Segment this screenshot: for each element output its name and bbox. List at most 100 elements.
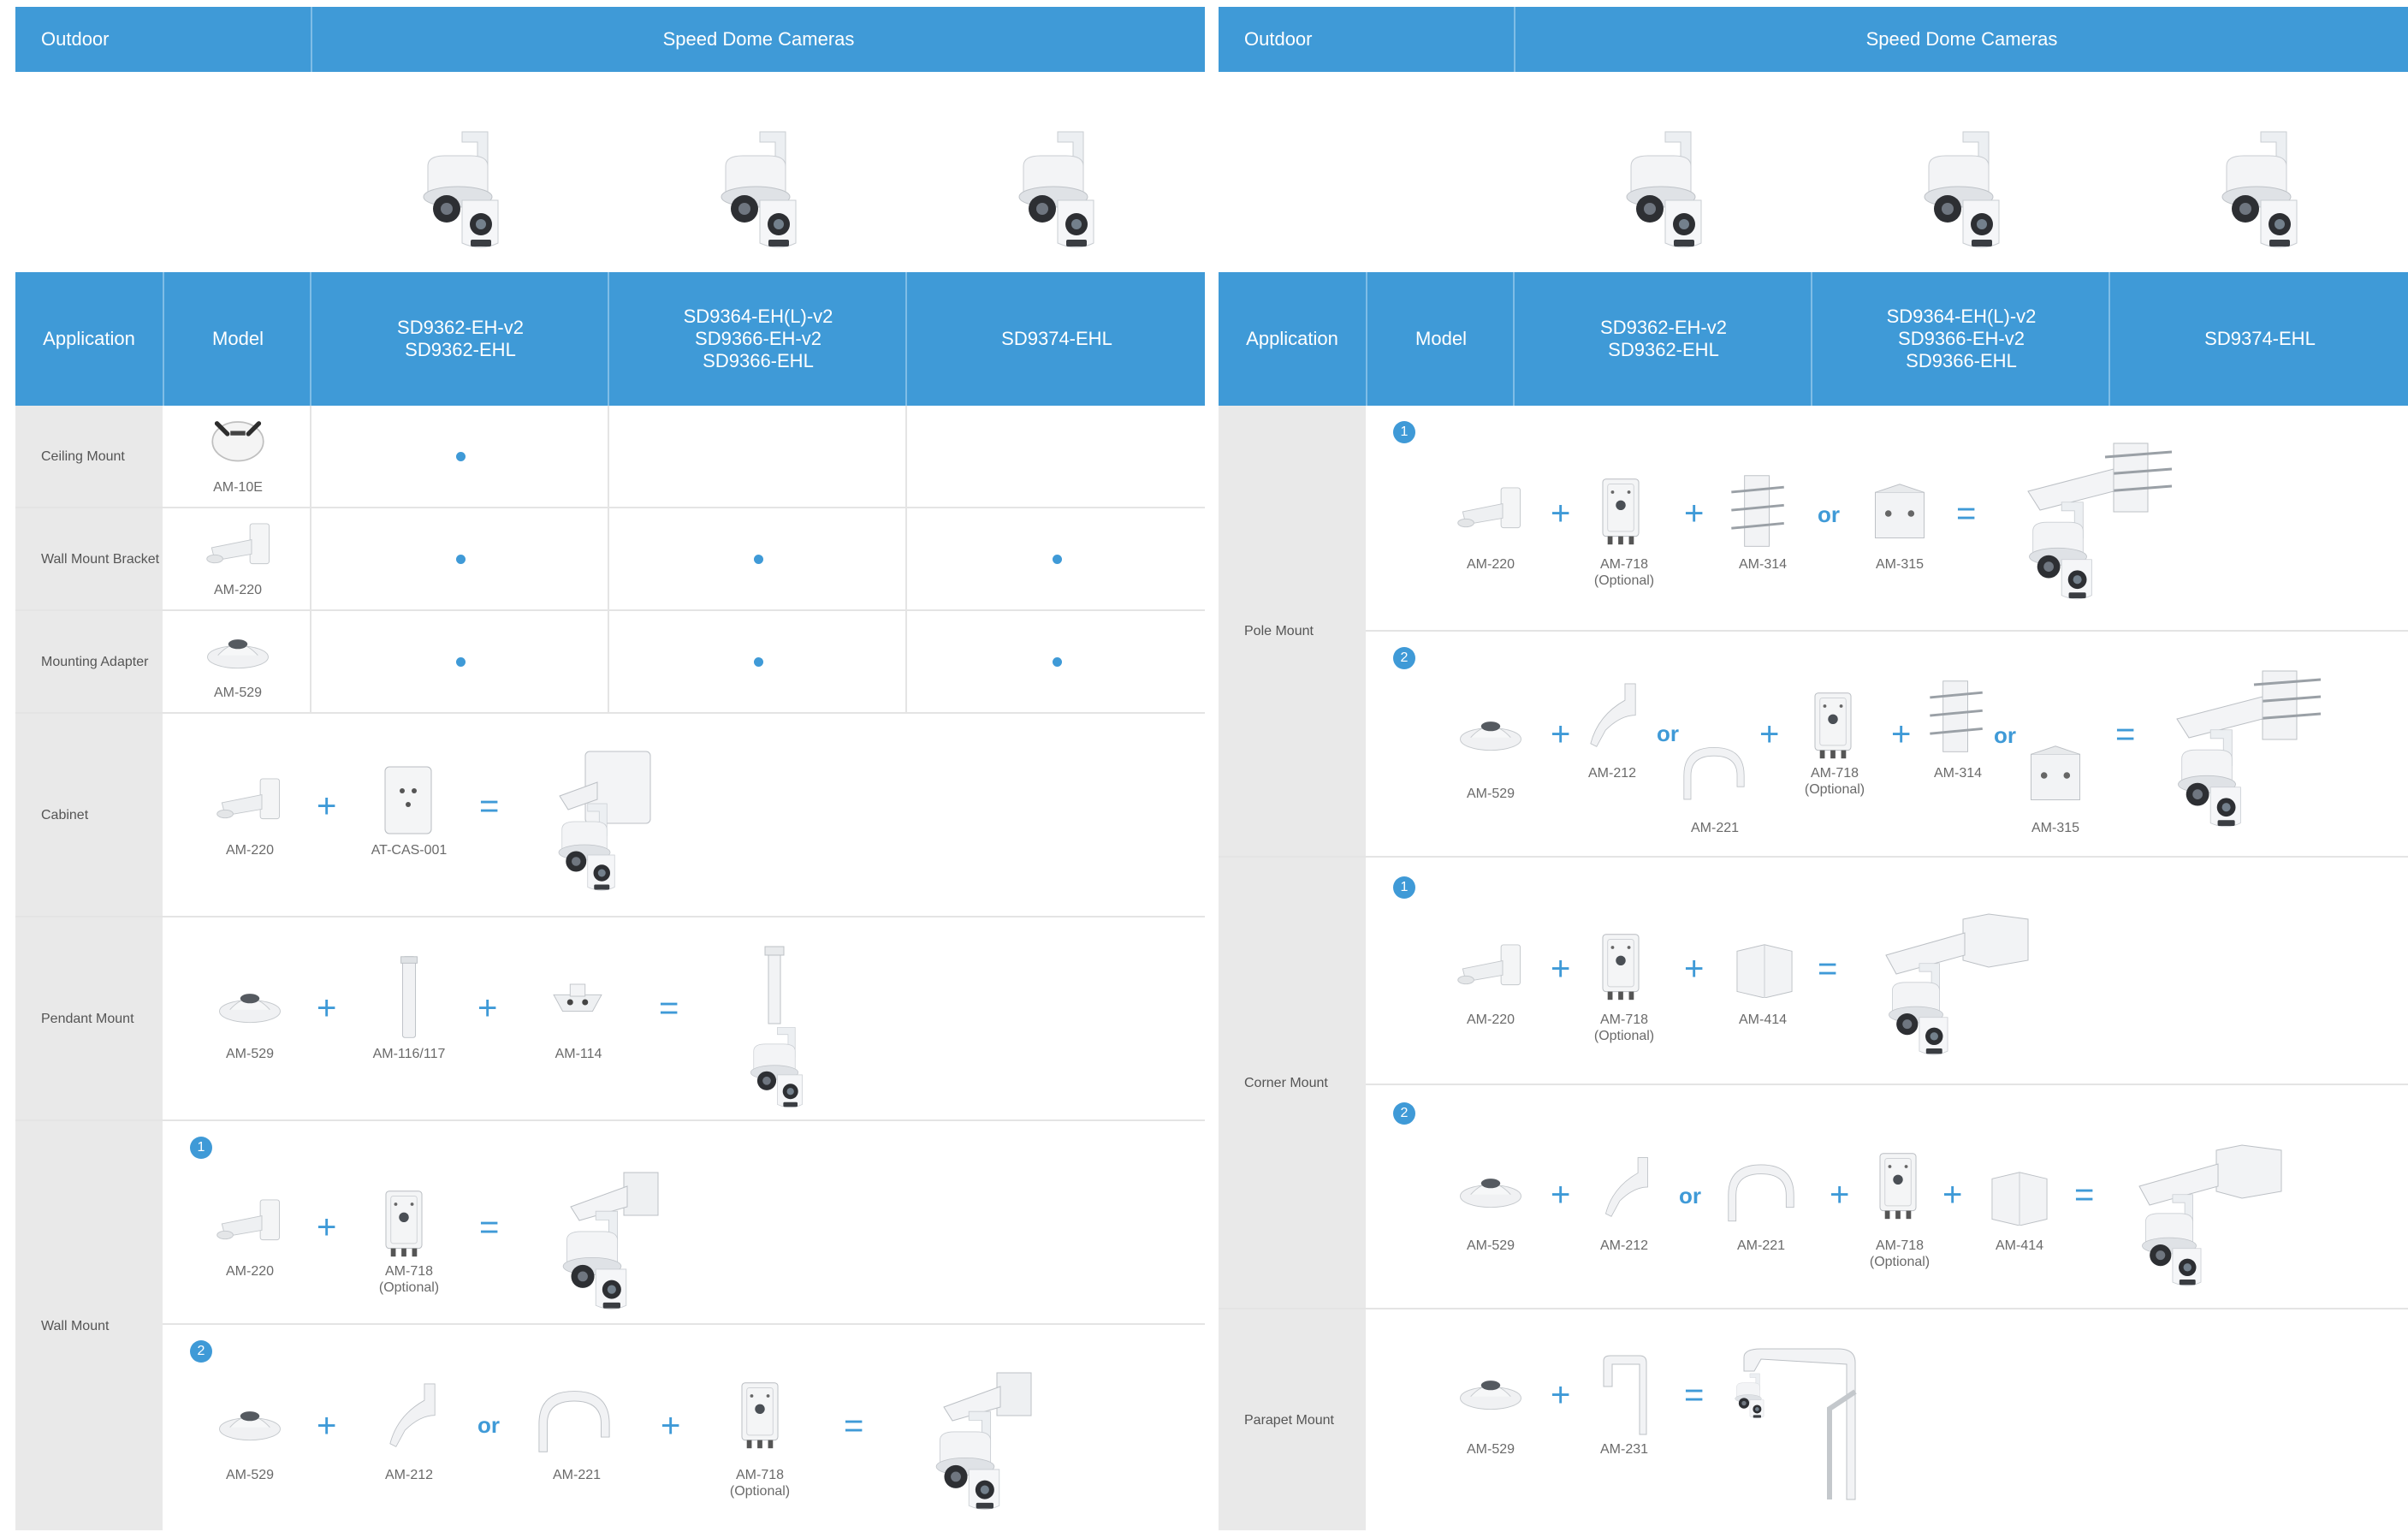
application-label: Mounting Adapter <box>15 611 163 712</box>
part-label: AM-116/117 <box>372 1047 446 1061</box>
junction-box-icon <box>1872 1149 1924 1222</box>
part-label: AM-718 <box>1599 1012 1649 1027</box>
part-label: (Optional) <box>729 1484 791 1499</box>
compat-cell <box>905 406 1207 507</box>
application-label: Pole Mount <box>1219 406 1366 856</box>
option-divider <box>1366 1084 2408 1085</box>
model-label: AM-10E <box>213 480 263 495</box>
table-row: Pole Mount 1 AM-220 + AM-718 (Optional) … <box>1219 406 2408 858</box>
part-label: AM-315 <box>2031 821 2080 835</box>
part-label: AT-CAS-001 <box>371 843 448 858</box>
part-label: (Optional) <box>1593 573 1655 588</box>
header-application: Application <box>43 328 135 349</box>
equals-sign: = <box>479 1208 500 1246</box>
header-col-2: SD9364-EH(L)-v2 SD9366-EH-v2 SD9366-EHL <box>608 272 907 406</box>
application-label: Wall Mount Bracket <box>15 508 163 609</box>
equals-sign: = <box>1956 495 1977 532</box>
plus-sign: + <box>317 787 337 825</box>
part-label: AM-718 <box>384 1264 434 1279</box>
plus-sign: + <box>1684 950 1705 988</box>
part-label: AM-221 <box>552 1468 602 1482</box>
part-label: AM-529 <box>1466 787 1515 801</box>
plus-sign: + <box>1551 1176 1571 1214</box>
model-cell: AM-529 <box>163 611 311 712</box>
product-family-label: Speed Dome Cameras <box>1865 28 2058 50</box>
option-badge: 2 <box>1393 647 1415 669</box>
corner-mount-icon <box>1732 941 1797 998</box>
part-label: AM-414 <box>1738 1012 1788 1027</box>
curved-arm-icon <box>1718 1157 1804 1226</box>
equals-sign: = <box>2074 1176 2095 1214</box>
speed-dome-camera-icon <box>2201 115 2312 252</box>
part-label: AM-212 <box>1599 1238 1649 1253</box>
gooseneck-arm-icon <box>378 1378 447 1460</box>
compatible-dot <box>1053 555 1062 564</box>
equals-sign: = <box>1818 950 1838 988</box>
part-label: AM-220 <box>1466 557 1515 572</box>
mounting-adapter-icon <box>1455 1167 1527 1215</box>
mounting-adapter-icon <box>1455 710 1527 758</box>
ceiling-mount-icon <box>204 416 272 476</box>
curved-arm-icon <box>1676 738 1753 806</box>
part-label: (Optional) <box>378 1280 440 1295</box>
header-application: Application <box>1246 328 1338 349</box>
application-label: Ceiling Mount <box>15 406 163 507</box>
gooseneck-arm-icon <box>1581 678 1645 760</box>
mounting-adapter-icon <box>214 983 286 1030</box>
equals-sign: = <box>479 787 500 825</box>
model-cell: AM-10E <box>163 406 311 507</box>
plus-sign: + <box>477 989 498 1027</box>
wall-bracket-icon <box>1455 940 1527 996</box>
table-row: Corner Mount 1 AM-220 + AM-718 (Optional… <box>1219 858 2408 1309</box>
part-label: AM-718 <box>1875 1238 1925 1253</box>
plus-sign: + <box>661 1407 681 1445</box>
model-label: AM-220 <box>213 583 263 597</box>
wall-assembly-icon <box>914 1369 1042 1515</box>
compat-cell <box>310 611 609 712</box>
option-badge: 1 <box>1393 421 1415 443</box>
part-label: AM-220 <box>225 843 275 858</box>
part-label: (Optional) <box>1869 1255 1931 1269</box>
equals-sign: = <box>2115 716 2136 753</box>
curved-arm-icon <box>527 1383 621 1457</box>
application-label: Corner Mount <box>1219 858 1366 1308</box>
gooseneck-arm-icon <box>1595 1152 1658 1229</box>
part-label: AM-212 <box>384 1468 434 1482</box>
wall-assembly-icon <box>541 1169 669 1315</box>
model-label: AM-529 <box>213 686 263 700</box>
table-row: Wall Mount 1 AM-220 + AM-718 (Optional) … <box>15 1121 1205 1530</box>
header-model: Model <box>1366 272 1515 406</box>
pole-mount-icon <box>1729 471 1788 553</box>
pendant-assembly-icon <box>736 943 813 1114</box>
table-row: Parapet Mount AM-529 + AM-231 = <box>1219 1309 2408 1530</box>
plus-sign: + <box>1891 716 1912 753</box>
cabinet-assembly-icon <box>537 748 657 894</box>
category-bar: Outdoor Speed Dome Cameras <box>1219 7 2408 72</box>
pendant-cap-icon <box>548 979 608 1025</box>
equals-sign: = <box>844 1407 864 1445</box>
compatible-dot <box>456 657 466 667</box>
option-badge: 1 <box>1393 876 1415 899</box>
table-row: Mounting Adapter AM-529 <box>15 611 1205 714</box>
plus-sign: + <box>1830 1176 1850 1214</box>
part-label: AM-529 <box>225 1468 275 1482</box>
compatible-dot <box>456 452 466 461</box>
speed-dome-camera-icon <box>998 115 1109 252</box>
or-label: or <box>1994 722 2016 748</box>
plus-sign: + <box>317 989 337 1027</box>
part-label: (Optional) <box>1804 782 1865 797</box>
part-label: (Optional) <box>1593 1029 1655 1043</box>
compat-cell <box>310 508 609 609</box>
plus-sign: + <box>1759 716 1780 753</box>
corner-assembly-icon <box>1869 912 2031 1058</box>
pole-mount-icon <box>2023 743 2088 808</box>
part-label: AM-314 <box>1738 557 1788 572</box>
wall-bracket-icon <box>214 774 286 830</box>
table-row: Pendant Mount AM-529 + AM-116/117 + AM-1… <box>15 917 1205 1121</box>
part-label: AM-718 <box>1599 557 1649 572</box>
plus-sign: + <box>1551 716 1571 753</box>
wall-bracket-icon <box>1455 483 1527 539</box>
plus-sign: + <box>317 1208 337 1246</box>
table-row: Ceiling Mount AM-10E <box>15 406 1205 508</box>
part-label: AM-718 <box>735 1468 785 1482</box>
